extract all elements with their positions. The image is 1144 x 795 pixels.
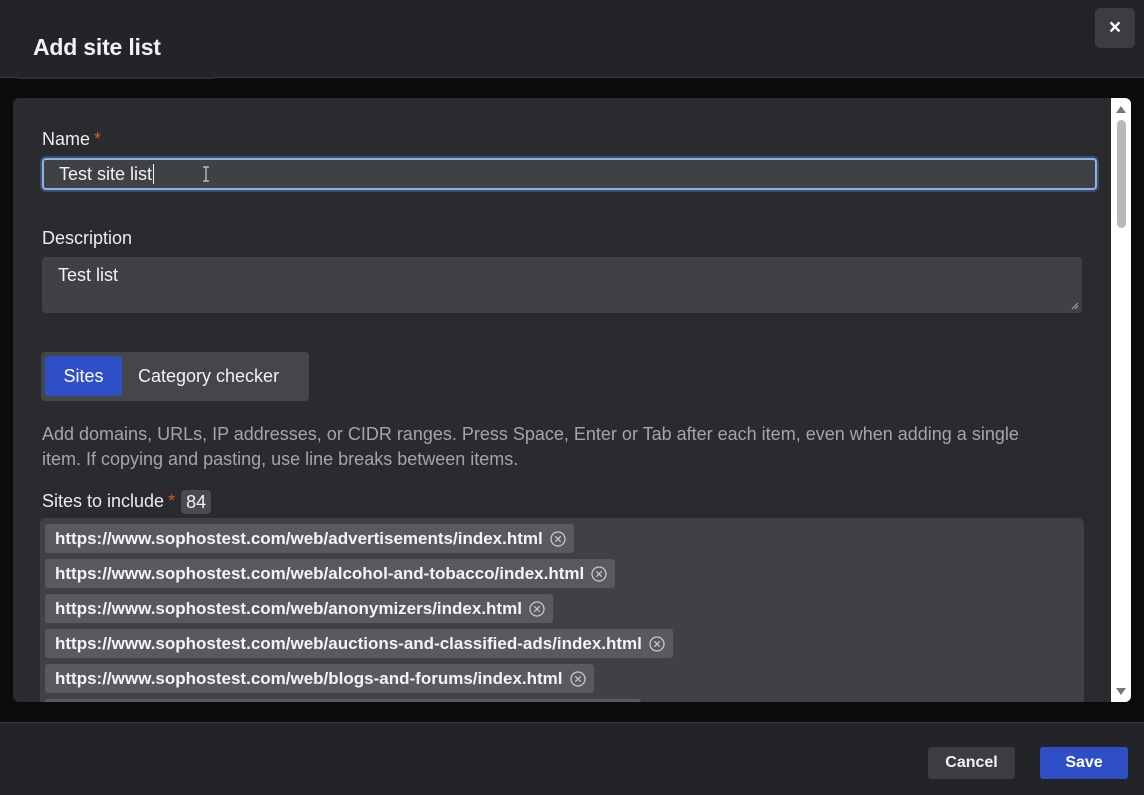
sites-label: Sites to include * 84 [42,490,212,514]
save-button[interactable]: Save [1040,747,1128,779]
remove-circle-icon[interactable] [569,670,586,687]
vertical-scrollbar[interactable] [1111,98,1131,702]
site-chip-partial [45,699,641,702]
site-chip-text: https://www.sophostest.com/web/auctions-… [55,633,642,653]
remove-circle-icon[interactable] [529,600,545,617]
help-text: Add domains, URLs, IP addresses, or CIDR… [42,424,1019,469]
remove-circle-icon[interactable] [550,530,566,547]
remove-circle-icon[interactable] [591,565,607,582]
site-chip: https://www.sophostest.com/web/advertise… [45,524,574,553]
site-chip: https://www.sophostest.com/web/blogs-and… [45,664,594,693]
description-label: Description [42,228,133,248]
dialog-title: Add site list [33,34,161,60]
description-textarea[interactable]: Test list [42,257,1082,313]
title-underline [18,77,214,79]
name-input-value: Test site list [59,163,153,184]
site-chip-text: https://www.sophostest.com/web/blogs-and… [55,668,563,688]
name-required-mark: * [94,129,102,149]
site-chip: https://www.sophostest.com/web/anonymize… [45,594,553,623]
sites-count-badge: 84 [181,490,212,514]
name-label: Name * [42,129,101,150]
description-value: Test list [58,265,119,285]
site-chip-text: https://www.sophostest.com/web/advertise… [55,528,543,548]
scrollbar-thumb[interactable] [1117,120,1126,228]
scroll-down-arrow-icon[interactable] [1115,687,1127,697]
tab-sites[interactable]: Sites [45,356,122,396]
name-label-text: Name [42,129,91,149]
text-cursor-icon [203,166,209,182]
remove-circle-icon[interactable] [649,635,665,652]
close-icon: × [1108,16,1122,39]
sites-label-text: Sites to include [42,490,165,511]
site-chip-text: https://www.sophostest.com/web/alcohol-a… [55,563,585,583]
cancel-button[interactable]: Cancel [928,747,1015,779]
form-panel: Name * Test site list Description Test li… [13,98,1131,702]
dialog-footer: Cancel Save [0,722,1144,795]
site-chip: https://www.sophostest.com/web/alcohol-a… [45,559,616,588]
sites-input-box[interactable]: https://www.sophostest.com/web/advertise… [40,518,1084,702]
sites-required-mark: * [168,490,176,511]
site-chip-text: https://www.sophostest.com/web/anonymize… [55,598,522,618]
close-button[interactable]: × [1095,8,1135,48]
dialog-header: Add site list × [0,0,1144,78]
tab-group: Sites Category checker [41,352,309,401]
form-content: Name * Test site list Description Test li… [13,98,1111,702]
tab-category-checker[interactable]: Category checker [138,356,279,396]
text-caret [153,164,155,184]
site-chip: https://www.sophostest.com/web/auctions-… [45,629,673,658]
scroll-up-arrow-icon[interactable] [1115,104,1127,114]
resize-handle-icon[interactable] [1071,302,1079,310]
